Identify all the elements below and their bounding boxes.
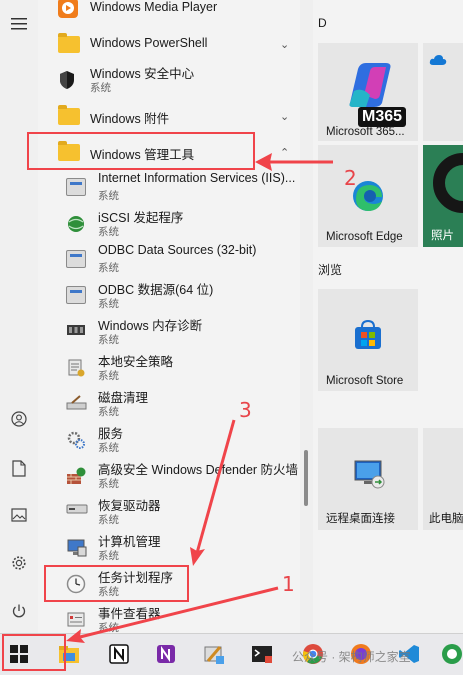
tile-label: Microsoft Store: [326, 375, 404, 387]
app-item-local-security-policy[interactable]: 本地安全策略 系统: [38, 350, 300, 386]
tile-label: 照片: [431, 230, 454, 242]
tile-label: 此电脑: [429, 513, 463, 525]
taskbar: 公众号 · 架构师之家室: [0, 633, 463, 675]
app-subtitle: 系统: [98, 370, 119, 382]
app-item-iscsi[interactable]: iSCSI 发起程序 系统: [38, 206, 300, 242]
app-list-scrollbar[interactable]: [300, 0, 313, 633]
documents-icon[interactable]: [8, 457, 30, 479]
app-subtitle: 系统: [98, 298, 119, 310]
iis-icon: [66, 178, 88, 198]
hamburger-menu-icon[interactable]: [8, 13, 30, 35]
app-title: Internet Information Services (IIS)...: [98, 171, 296, 185]
app-item-defender-firewall[interactable]: 高级安全 Windows Defender 防火墙 系统: [38, 458, 300, 494]
app-item-media-player[interactable]: Windows Media Player: [38, 0, 300, 26]
cloud-icon: [429, 53, 447, 71]
app-item-disk-cleanup[interactable]: 磁盘清理 系统: [38, 386, 300, 422]
event-viewer-icon: [66, 610, 88, 630]
start-rail: [0, 0, 38, 633]
power-icon[interactable]: [8, 600, 30, 622]
onenote-icon[interactable]: [155, 643, 179, 667]
app-title: ODBC Data Sources (32-bit): [98, 243, 257, 257]
m365-badge: M365: [358, 107, 407, 127]
computer-management-icon: [66, 538, 88, 558]
notion-icon[interactable]: [108, 643, 132, 667]
tiles-panel: D M365 Microsoft 365... Microsoft Edge 照…: [313, 0, 463, 633]
browser-icon[interactable]: [441, 643, 463, 667]
app-subtitle: 系统: [98, 478, 119, 490]
photos-ring-icon: [433, 153, 463, 213]
annotation-number-2: 2: [344, 166, 357, 190]
annotation-number-1: 1: [282, 572, 295, 596]
app-subtitle: 系统: [98, 622, 119, 633]
app-subtitle: 系统: [98, 190, 119, 202]
tile-microsoft-365[interactable]: M365 Microsoft 365...: [318, 43, 418, 141]
tile-label: 远程桌面连接: [326, 513, 395, 525]
user-icon[interactable]: [8, 408, 30, 430]
app-subtitle: 系统: [98, 442, 119, 454]
app-subtitle: 系统: [98, 514, 119, 526]
app-subtitle: 系统: [98, 262, 119, 274]
tile-group-header: 浏览: [318, 263, 343, 277]
iscsi-globe-icon: [66, 214, 88, 234]
app-list: Windows Media Player Windows PowerShell …: [38, 0, 300, 633]
policy-icon: [66, 358, 88, 378]
app-item-services[interactable]: 服务 系统: [38, 422, 300, 458]
services-gear-icon: [66, 430, 88, 450]
watermark-text: 公众号 · 架构师之家室: [292, 650, 411, 664]
app-item-memory-diagnostic[interactable]: Windows 内存诊断 系统: [38, 314, 300, 350]
pictures-icon[interactable]: [8, 504, 30, 526]
app-item-event-viewer[interactable]: 事件查看器 系统: [38, 602, 300, 633]
tile-onedrive[interactable]: [423, 43, 463, 141]
app-item-computer-management[interactable]: 计算机管理 系统: [38, 530, 300, 566]
tile-photos[interactable]: 照片: [423, 145, 463, 247]
tile-label: Microsoft 365...: [326, 126, 405, 138]
folder-icon: [58, 105, 80, 126]
app-folder-accessories[interactable]: Windows 附件 ⌄: [38, 98, 300, 134]
remote-desktop-icon: [354, 460, 386, 495]
tools-icon[interactable]: [203, 643, 227, 667]
app-title: Windows PowerShell: [90, 36, 208, 50]
app-title: Windows Media Player: [90, 0, 218, 14]
odbc-icon: [66, 286, 88, 306]
tile-microsoft-edge[interactable]: Microsoft Edge: [318, 145, 418, 247]
app-item-odbc64[interactable]: ODBC 数据源(64 位) 系统: [38, 278, 300, 314]
annotation-box-start-button: [2, 634, 66, 671]
tile-remote-desktop[interactable]: 远程桌面连接: [318, 428, 418, 530]
tile-this-pc[interactable]: 此电脑: [423, 428, 463, 530]
app-subtitle: 系统: [98, 406, 119, 418]
app-item-odbc32[interactable]: ODBC Data Sources (32-bit) 系统: [38, 242, 300, 278]
app-folder-powershell[interactable]: Windows PowerShell ⌄: [38, 26, 300, 62]
app-item-security-center[interactable]: Windows 安全中心 系统: [38, 62, 300, 98]
app-title: 高级安全 Windows Defender 防火墙: [98, 463, 299, 477]
annotation-number-3: 3: [239, 398, 252, 422]
chevron-up-icon: ⌃: [280, 147, 290, 159]
annotation-box-admin-tools: [27, 132, 255, 170]
scrollbar-thumb[interactable]: [304, 450, 308, 506]
app-subtitle: 系统: [90, 82, 111, 94]
app-subtitle: 系统: [98, 550, 119, 562]
tile-label: Microsoft Edge: [326, 231, 403, 243]
terminal-icon[interactable]: [251, 643, 275, 667]
chevron-down-icon: ⌄: [280, 111, 290, 123]
memory-chip-icon: [66, 322, 88, 342]
app-item-recovery-drive[interactable]: 恢复驱动器 系统: [38, 494, 300, 530]
shield-icon: [58, 70, 80, 90]
odbc-icon: [66, 250, 88, 270]
chevron-down-icon: ⌄: [280, 39, 290, 51]
media-player-icon: [58, 0, 80, 18]
disk-cleanup-icon: [66, 394, 88, 414]
app-title: Windows 附件: [90, 112, 170, 126]
app-item-iis[interactable]: Internet Information Services (IIS)... 系…: [38, 170, 300, 206]
app-subtitle: 系统: [98, 226, 119, 238]
folder-icon: [58, 33, 80, 54]
gear-icon[interactable]: [8, 552, 30, 574]
store-icon: [352, 319, 384, 356]
tile-microsoft-store[interactable]: Microsoft Store: [318, 289, 418, 391]
annotation-box-task-scheduler: [44, 565, 189, 602]
firewall-icon: [66, 466, 88, 486]
app-subtitle: 系统: [98, 334, 119, 346]
tile-group-header: D: [318, 16, 327, 30]
drive-icon: [66, 502, 88, 522]
